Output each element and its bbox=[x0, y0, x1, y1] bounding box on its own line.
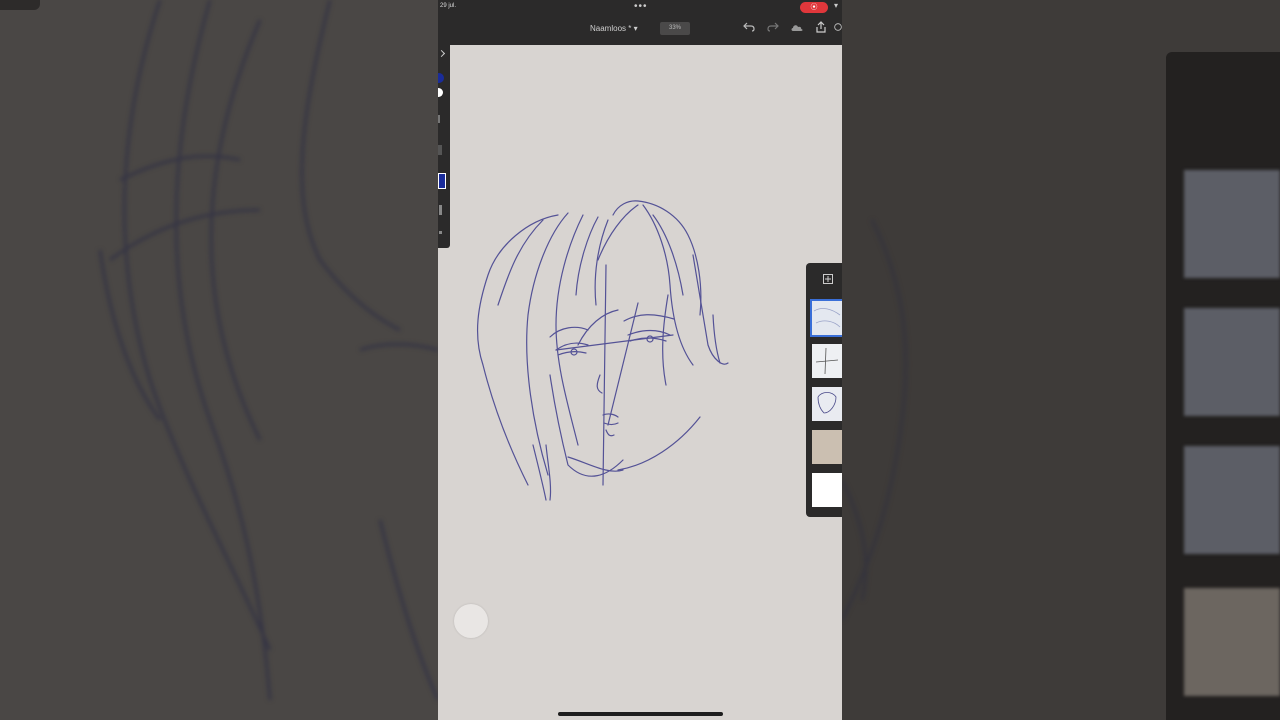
home-indicator[interactable] bbox=[558, 712, 723, 716]
drawing-app-screen: 29 jul. ••• ⦿ ▾ Naamloos * ▾ 33% bbox=[438, 0, 842, 720]
color-swatch-secondary[interactable] bbox=[438, 88, 443, 97]
blurred-layer-thumb bbox=[1184, 446, 1280, 554]
cloud-icon[interactable] bbox=[790, 20, 804, 34]
floating-quick-button[interactable] bbox=[454, 604, 488, 638]
blurred-layer-thumb bbox=[1184, 170, 1280, 278]
opacity-slider[interactable] bbox=[438, 145, 442, 155]
blurred-sketch-left bbox=[98, 0, 438, 701]
left-tool-strip bbox=[438, 45, 450, 248]
sketch-drawing bbox=[476, 200, 729, 501]
tool-icon[interactable] bbox=[439, 231, 442, 234]
canvas[interactable] bbox=[438, 45, 842, 720]
chevron-icon[interactable] bbox=[438, 49, 446, 58]
screen-record-indicator[interactable]: ⦿ bbox=[800, 2, 828, 13]
share-icon[interactable] bbox=[814, 20, 828, 34]
blurred-background-left bbox=[0, 0, 438, 720]
undo-icon[interactable] bbox=[742, 20, 756, 34]
more-dots[interactable]: ••• bbox=[634, 1, 648, 12]
layer-thumbnail[interactable] bbox=[812, 301, 842, 335]
eyedropper-icon[interactable] bbox=[439, 205, 442, 215]
more-icon[interactable] bbox=[834, 20, 842, 34]
brush-size-slider[interactable] bbox=[438, 115, 440, 123]
chevron-down-icon: ▾ bbox=[633, 24, 638, 33]
blurred-layer-thumb bbox=[1184, 308, 1280, 416]
corner-tab bbox=[0, 0, 40, 10]
layer-thumbnail[interactable] bbox=[812, 430, 842, 464]
layer-thumbnail[interactable] bbox=[812, 473, 842, 507]
top-toolbar: 29 jul. ••• ⦿ ▾ Naamloos * ▾ 33% bbox=[438, 0, 842, 45]
blurred-layer-thumb bbox=[1184, 588, 1280, 696]
plus-square-icon[interactable] bbox=[823, 271, 833, 284]
document-title: Naamloos * bbox=[590, 24, 632, 33]
redo-icon[interactable] bbox=[766, 20, 780, 34]
layer-thumbnail[interactable] bbox=[812, 387, 842, 421]
chevron-down-icon: ▾ bbox=[834, 1, 839, 10]
status-date: 29 jul. bbox=[440, 3, 457, 9]
document-title-dropdown[interactable]: Naamloos * ▾ bbox=[590, 24, 638, 33]
zoom-level[interactable]: 33% bbox=[660, 22, 690, 35]
layers-panel bbox=[806, 263, 842, 517]
blurred-background-right bbox=[842, 0, 1280, 720]
color-swatch-primary[interactable] bbox=[438, 73, 444, 83]
layer-thumbnail[interactable] bbox=[812, 344, 842, 378]
active-tool-icon[interactable] bbox=[438, 173, 446, 189]
